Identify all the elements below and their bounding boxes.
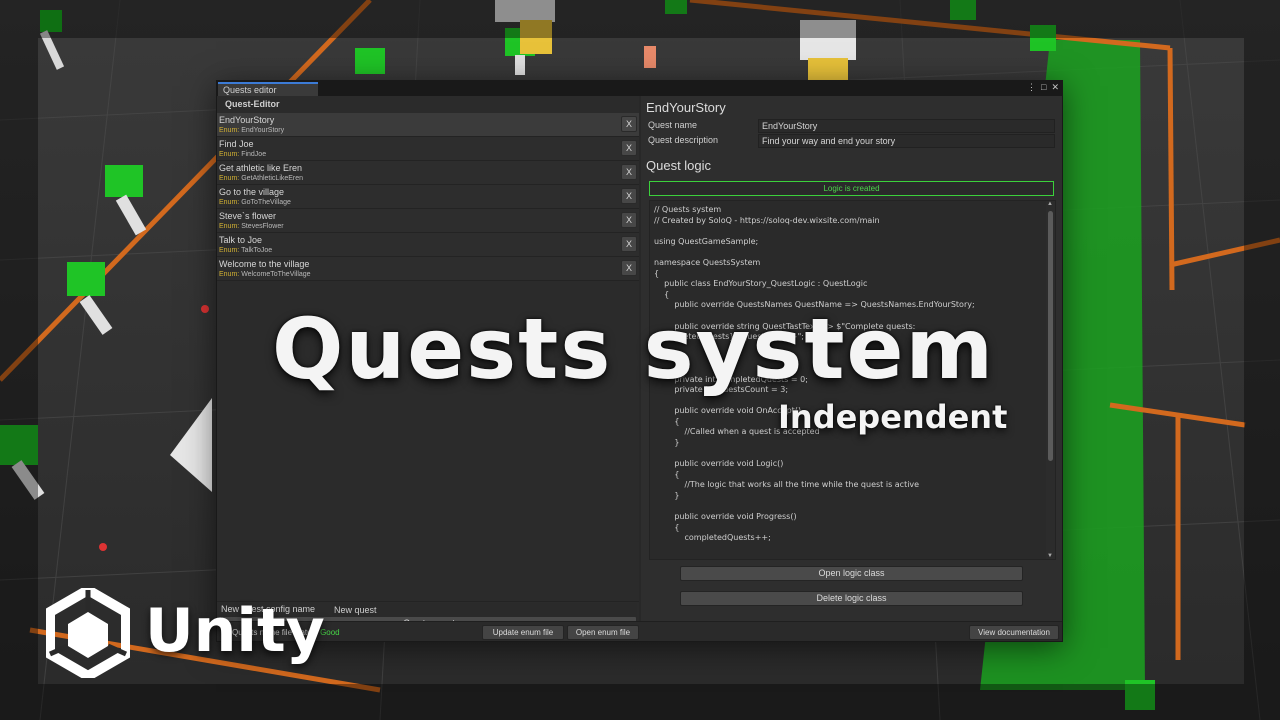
quest-list-item[interactable]: Welcome to the village Enum: WelcomeToThe…: [217, 257, 639, 281]
quest-name-row: Quest name: [641, 119, 1057, 133]
enum-prefix-label: Enum:: [219, 271, 240, 278]
quest-item-enum-value: TalkToJoe: [241, 247, 273, 254]
quest-list-item[interactable]: Go to the village Enum: GoToTheVillage X: [217, 185, 639, 209]
quest-item-enum-value: StevesFlower: [241, 223, 284, 230]
quest-item-enum-value: GetAthleticLikeEren: [241, 175, 304, 182]
panel-title: Quest-Editor: [225, 99, 280, 109]
quest-item-name: Go to the village: [219, 187, 285, 197]
update-enum-file-button[interactable]: Update enum file: [482, 625, 564, 640]
quest-item-enum: Enum: GetAthleticLikeEren: [219, 175, 303, 182]
quest-item-enum-value: EndYourStory: [241, 127, 285, 134]
quest-heading: EndYourStory: [646, 100, 726, 115]
quest-list-item[interactable]: Talk to Joe Enum: TalkToJoe X: [217, 233, 639, 257]
window-tab-bar: Quests editor ⋮ □ ✕: [217, 81, 1062, 96]
quest-name-label: Quest name: [648, 120, 698, 130]
remove-quest-button[interactable]: X: [621, 188, 637, 204]
quest-list-item[interactable]: EndYourStory Enum: EndYourStory X: [217, 113, 639, 137]
thumbnail-title: Quests system: [272, 300, 995, 398]
maximize-icon[interactable]: □: [1041, 82, 1046, 93]
enum-prefix-label: Enum:: [219, 199, 240, 206]
quest-item-name: EndYourStory: [219, 115, 275, 125]
enum-prefix-label: Enum:: [219, 151, 240, 158]
remove-quest-button[interactable]: X: [621, 260, 637, 276]
new-quest-config-name-input[interactable]: [332, 603, 637, 616]
unity-logo-icon: [46, 588, 130, 678]
scroll-thumb[interactable]: [1048, 211, 1053, 461]
quest-item-enum: Enum: EndYourStory: [219, 127, 284, 134]
quest-description-input[interactable]: [758, 134, 1055, 148]
bottom-dark-band: [0, 684, 1280, 720]
top-dark-band: [0, 0, 1280, 38]
close-icon[interactable]: ✕: [1051, 82, 1059, 93]
enum-prefix-label: Enum:: [219, 247, 240, 254]
enum-prefix-label: Enum:: [219, 127, 240, 134]
quest-item-name: Find Joe: [219, 139, 254, 149]
quest-item-enum: Enum: WelcomeToTheVillage: [219, 271, 311, 278]
scroll-down-arrow-icon[interactable]: ▼: [1047, 553, 1053, 559]
tab-quests-editor[interactable]: Quests editor: [218, 82, 318, 96]
quest-list-item[interactable]: Get athletic like Eren Enum: GetAthleticL…: [217, 161, 639, 185]
quest-item-enum-value: GoToTheVillage: [241, 199, 291, 206]
quest-name-input[interactable]: [758, 119, 1055, 133]
thumbnail-subtitle: Independent: [778, 398, 1008, 436]
quest-item-enum-value: FindJoe: [241, 151, 267, 158]
delete-logic-class-button[interactable]: Delete logic class: [680, 591, 1023, 606]
quest-item-enum-value: WelcomeToTheVillage: [241, 271, 311, 278]
open-enum-file-button[interactable]: Open enum file: [567, 625, 639, 640]
view-documentation-button[interactable]: View documentation: [969, 625, 1059, 640]
status-bar: Quests name file status: Good Update enu…: [217, 621, 1062, 641]
quest-description-row: Quest description: [641, 134, 1057, 148]
remove-quest-button[interactable]: X: [621, 212, 637, 228]
quest-item-enum: Enum: GoToTheVillage: [219, 199, 291, 206]
remove-quest-button[interactable]: X: [621, 236, 637, 252]
scroll-up-arrow-icon[interactable]: ▲: [1047, 201, 1053, 207]
quest-item-name: Get athletic like Eren: [219, 163, 303, 173]
remove-quest-button[interactable]: X: [621, 116, 637, 132]
left-dark-band: [0, 38, 38, 684]
code-scrollbar[interactable]: ▲ ▼: [1046, 201, 1055, 559]
right-dark-band: [1244, 38, 1280, 684]
open-logic-class-button[interactable]: Open logic class: [680, 566, 1023, 581]
more-options-icon[interactable]: ⋮: [1027, 82, 1036, 93]
quest-item-name: Steve`s flower: [219, 211, 277, 221]
remove-quest-button[interactable]: X: [621, 164, 637, 180]
enum-prefix-label: Enum:: [219, 175, 240, 182]
quest-item-enum: Enum: FindJoe: [219, 151, 266, 158]
quest-logic-heading: Quest logic: [646, 158, 712, 173]
enum-prefix-label: Enum:: [219, 223, 240, 230]
quest-item-enum: Enum: StevesFlower: [219, 223, 284, 230]
quest-item-enum: Enum: TalkToJoe: [219, 247, 272, 254]
quest-list: EndYourStory Enum: EndYourStory X Find Joe E…: [217, 113, 639, 281]
unity-brand-text: Unity: [145, 596, 325, 666]
quest-item-name: Welcome to the village: [219, 259, 310, 269]
quest-list-item[interactable]: Find Joe Enum: FindJoe X: [217, 137, 639, 161]
quest-item-name: Talk to Joe: [219, 235, 263, 245]
quest-list-item[interactable]: Steve`s flower Enum: StevesFlower X: [217, 209, 639, 233]
window-controls: ⋮ □ ✕: [1027, 82, 1059, 93]
remove-quest-button[interactable]: X: [621, 140, 637, 156]
logic-status-badge: Logic is created: [649, 181, 1054, 196]
quest-description-label: Quest description: [648, 135, 719, 145]
